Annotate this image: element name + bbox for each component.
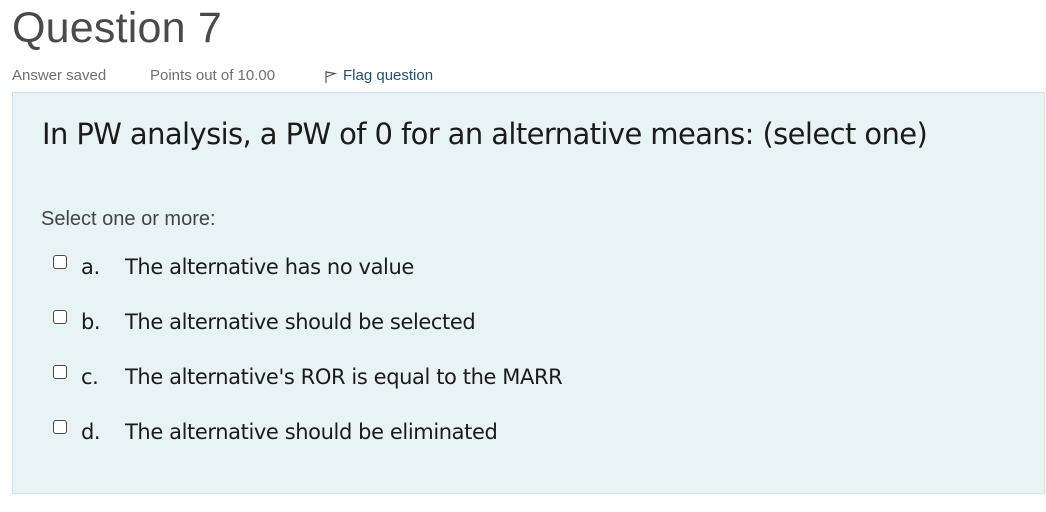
- answer-label: The alternative has no value: [125, 255, 414, 279]
- answer-number: d.: [81, 420, 101, 444]
- flag-question-label: Flag question: [343, 66, 434, 84]
- question-text: In PW analysis, a PW of 0 for an alterna…: [42, 117, 928, 151]
- answer-label: The alternative should be eliminated: [125, 420, 498, 444]
- flag-icon: [325, 71, 338, 83]
- answer-option-c[interactable]: c. The alternative's ROR is equal to the…: [53, 365, 563, 389]
- answer-option-b[interactable]: b. The alternative should be selected: [53, 310, 476, 334]
- answer-number: a.: [81, 255, 100, 279]
- question-title: Question 7: [12, 4, 222, 52]
- answer-prompt: Select one or more:: [41, 208, 216, 230]
- answer-option-d[interactable]: d. The alternative should be eliminated: [53, 420, 498, 444]
- answer-label: The alternative's ROR is equal to the MA…: [125, 365, 563, 389]
- question-info: Answer saved Points out of 10.00 Flag qu…: [12, 66, 433, 84]
- answer-checkbox-d[interactable]: [53, 420, 67, 434]
- answer-label: The alternative should be selected: [125, 310, 476, 334]
- flag-question-link[interactable]: Flag question: [324, 66, 433, 84]
- answer-option-a[interactable]: a. The alternative has no value: [53, 255, 414, 279]
- answer-number: b.: [81, 310, 101, 334]
- question-formulation: In PW analysis, a PW of 0 for an alterna…: [12, 92, 1045, 494]
- question-grade: Points out of 10.00: [150, 66, 276, 84]
- answer-checkbox-c[interactable]: [53, 365, 67, 379]
- answer-checkbox-b[interactable]: [53, 310, 67, 324]
- answer-number: c.: [81, 365, 99, 389]
- answer-state: Answer saved: [12, 66, 107, 84]
- answer-checkbox-a[interactable]: [53, 255, 67, 269]
